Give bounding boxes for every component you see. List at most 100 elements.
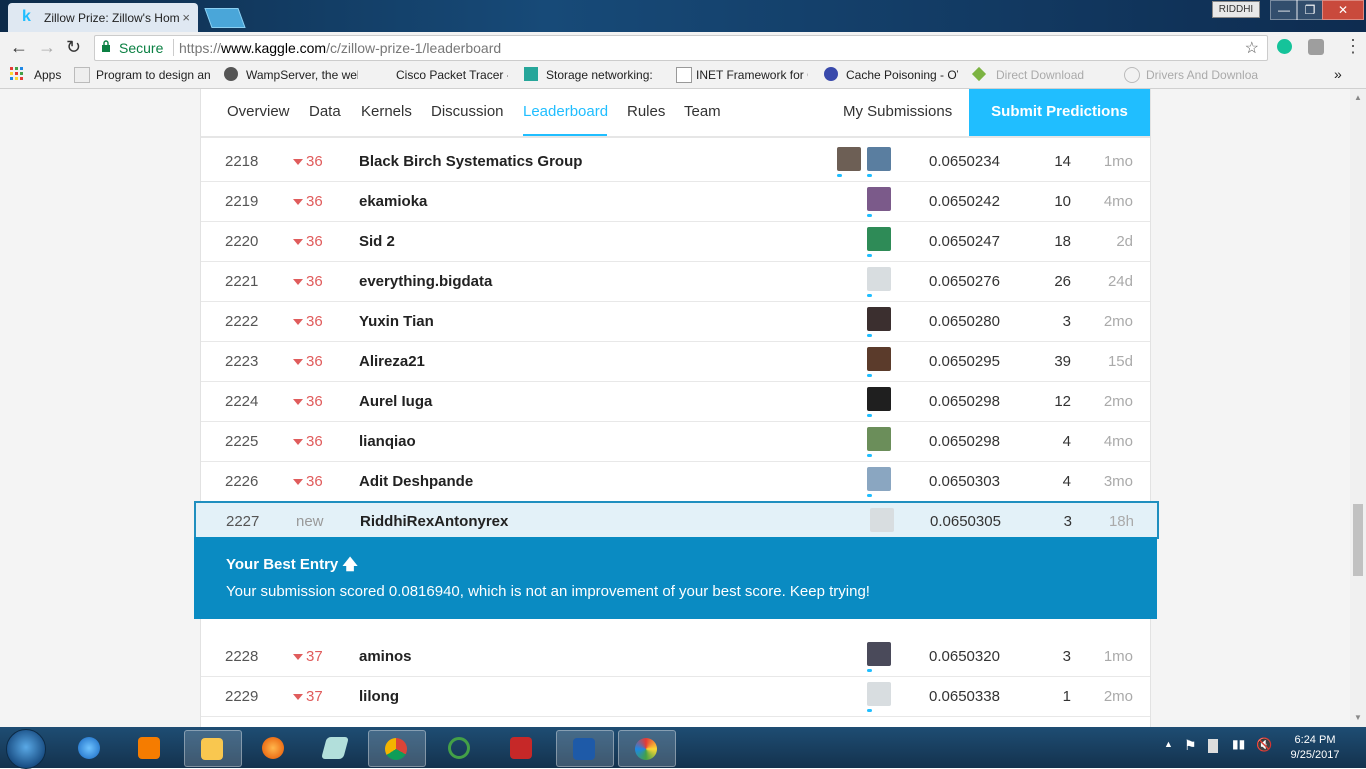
leaderboard-row[interactable]: 2225 36 lianqiao 0.0650298 4 4mo [201,421,1150,462]
show-hidden-icons-chevron-icon[interactable]: ▲ [1164,739,1173,749]
scroll-thumb[interactable] [1353,504,1363,576]
my-submissions-link[interactable]: My Submissions [843,103,952,120]
team-member-avatar[interactable] [837,147,861,171]
tab-close-button[interactable]: × [182,10,190,25]
extension-icon[interactable] [1308,39,1324,55]
battery-icon[interactable] [1208,739,1218,753]
restore-button[interactable]: ❐ [1296,0,1324,20]
team-member-avatar[interactable] [867,387,891,411]
active-tab-underline [523,134,607,136]
row-team-name[interactable]: Sid 2 [359,233,395,250]
row-team-name[interactable]: ekamioka [359,193,427,210]
profile-badge[interactable]: RIDDHI [1212,1,1260,18]
tab-team[interactable]: Team [684,103,721,120]
close-window-button[interactable]: ✕ [1322,0,1364,20]
row-team-name[interactable]: Alireza21 [359,353,425,370]
leaderboard-row[interactable]: 2220 36 Sid 2 0.0650247 18 2d [201,221,1150,262]
row-team-name[interactable]: Aurel Iuga [359,393,432,410]
network-signal-icon[interactable]: ▮▮ [1232,737,1245,751]
row-rank: 2222 [225,313,259,330]
leaderboard-row[interactable]: 2222 36 Yuxin Tian 0.0650280 3 2mo [201,301,1150,342]
minimize-button[interactable]: — [1270,0,1298,20]
taskbar-chrome[interactable] [368,730,426,767]
row-team-name[interactable]: Yuxin Tian [359,313,434,330]
team-member-avatar[interactable] [867,227,891,251]
chrome-menu-icon[interactable]: ⋮ [1344,36,1362,57]
bookmark-direct-download[interactable]: Direct Download [996,68,1106,82]
bookmark-drivers-downloads[interactable]: Drivers And Downloa [1146,68,1258,82]
taskbar-word[interactable] [556,730,614,767]
tab-discussion[interactable]: Discussion [431,103,504,120]
bookmark-storage-networking[interactable]: Storage networking: [546,68,654,82]
taskbar-explorer[interactable] [184,730,242,767]
team-member-avatar[interactable] [867,467,891,491]
row-team-name[interactable]: aminos [359,648,412,665]
taskbar-clock[interactable]: 6:24 PM 9/25/2017 [1280,733,1350,763]
volume-muted-icon[interactable]: 🔇 [1256,737,1272,753]
tab-leaderboard[interactable]: Leaderboard [523,103,608,120]
leaderboard-row[interactable]: 2218 36 Black Birch Systematics Group 0.065… [201,141,1150,182]
team-member-avatar[interactable] [867,427,891,451]
taskbar-firefox[interactable] [246,730,302,765]
row-team-name[interactable]: Black Birch Systematics Group [359,153,582,170]
back-arrow-icon[interactable]: ← [10,37,28,57]
reload-icon[interactable]: ↻ [66,37,81,57]
tab-data[interactable]: Data [309,103,341,120]
tab-overview[interactable]: Overview [227,103,290,120]
row-entries: 26 [1054,273,1071,290]
bookmark-wampserver[interactable]: WampServer, the web [246,68,358,82]
row-team-name[interactable]: RiddhiRexAntonyrex [360,513,508,530]
bookmark-star-icon[interactable]: ☆ [1245,38,1259,58]
row-team-name[interactable]: everything.bigdata [359,273,492,290]
page-scrollbar[interactable]: ▲ ▼ [1350,89,1366,727]
leaderboard-row[interactable]: 2221 36 everything.bigdata 0.0650276 26 24d [201,261,1150,302]
bookmark-inet-framework[interactable]: INET Framework for C [696,68,808,82]
leaderboard-row[interactable]: 2228 37 aminos 0.0650320 3 1mo [201,636,1150,677]
submit-predictions-button[interactable]: Submit Predictions [969,89,1150,136]
new-tab-button[interactable] [204,8,246,28]
more-bookmarks-chevron-icon[interactable]: » [1334,66,1342,82]
taskbar-acrobat[interactable] [494,730,550,765]
rank-down-triangle-icon [293,359,303,366]
team-member-avatar[interactable] [867,147,891,171]
team-member-avatar[interactable] [867,642,891,666]
tab-kernels[interactable]: Kernels [361,103,412,120]
scroll-up-arrow-icon[interactable]: ▲ [1354,93,1362,102]
taskbar-paint[interactable] [618,730,676,767]
my-leaderboard-row[interactable]: 2227 new RiddhiRexAntonyrex 0.0650305 3 … [194,501,1159,539]
action-center-flag-icon[interactable]: ⚑ [1184,737,1197,754]
taskbar-media-player[interactable] [122,730,178,765]
leaderboard-row[interactable]: 2223 36 Alireza21 0.0650295 39 15d [201,341,1150,382]
secure-label: Secure [119,40,164,56]
omnibox[interactable]: Secure https://www.kaggle.com/c/zillow-p… [94,35,1268,61]
team-member-avatar[interactable] [867,187,891,211]
team-member-avatar[interactable] [867,682,891,706]
default-avatar[interactable] [870,508,894,532]
row-team-name[interactable]: lilong [359,688,399,705]
taskbar-sync-app[interactable] [432,730,488,765]
taskbar-ie[interactable] [62,730,118,765]
bookmark-cache-poisoning[interactable]: Cache Poisoning - OV [846,68,958,82]
bookmark-program-design[interactable]: Program to design an [96,68,210,82]
start-button[interactable] [6,729,46,769]
leaderboard-row[interactable]: 2229 37 lilong 0.0650338 1 2mo [201,676,1150,717]
row-team-name[interactable]: Adit Deshpande [359,473,473,490]
team-member-avatar[interactable] [867,267,891,291]
row-team-name[interactable]: lianqiao [359,433,416,450]
leaderboard-row[interactable]: 2219 36 ekamioka 0.0650242 10 4mo [201,181,1150,222]
leaderboard-row[interactable]: 2224 36 Aurel Iuga 0.0650298 12 2mo [201,381,1150,422]
tab-rules[interactable]: Rules [627,103,665,120]
bookmark-cisco-packet-tracer[interactable]: Cisco Packet Tracer - [396,68,508,82]
team-member-avatar[interactable] [867,347,891,371]
browser-tab[interactable]: k Zillow Prize: Zillow's Hom × [8,3,198,32]
grammarly-extension-icon[interactable] [1277,39,1292,54]
taskbar-notes[interactable] [308,730,364,765]
bookmark-apps[interactable]: Apps [34,68,61,82]
row-rank: 2221 [225,273,259,290]
forward-arrow-icon[interactable]: → [38,37,56,57]
team-member-avatar[interactable] [867,307,891,331]
url-text[interactable]: https://www.kaggle.com/c/zillow-prize-1/… [179,40,501,56]
scroll-down-arrow-icon[interactable]: ▼ [1354,713,1362,722]
internet-explorer-icon [78,737,100,759]
leaderboard-row[interactable]: 2226 36 Adit Deshpande 0.0650303 4 3mo [201,461,1150,502]
